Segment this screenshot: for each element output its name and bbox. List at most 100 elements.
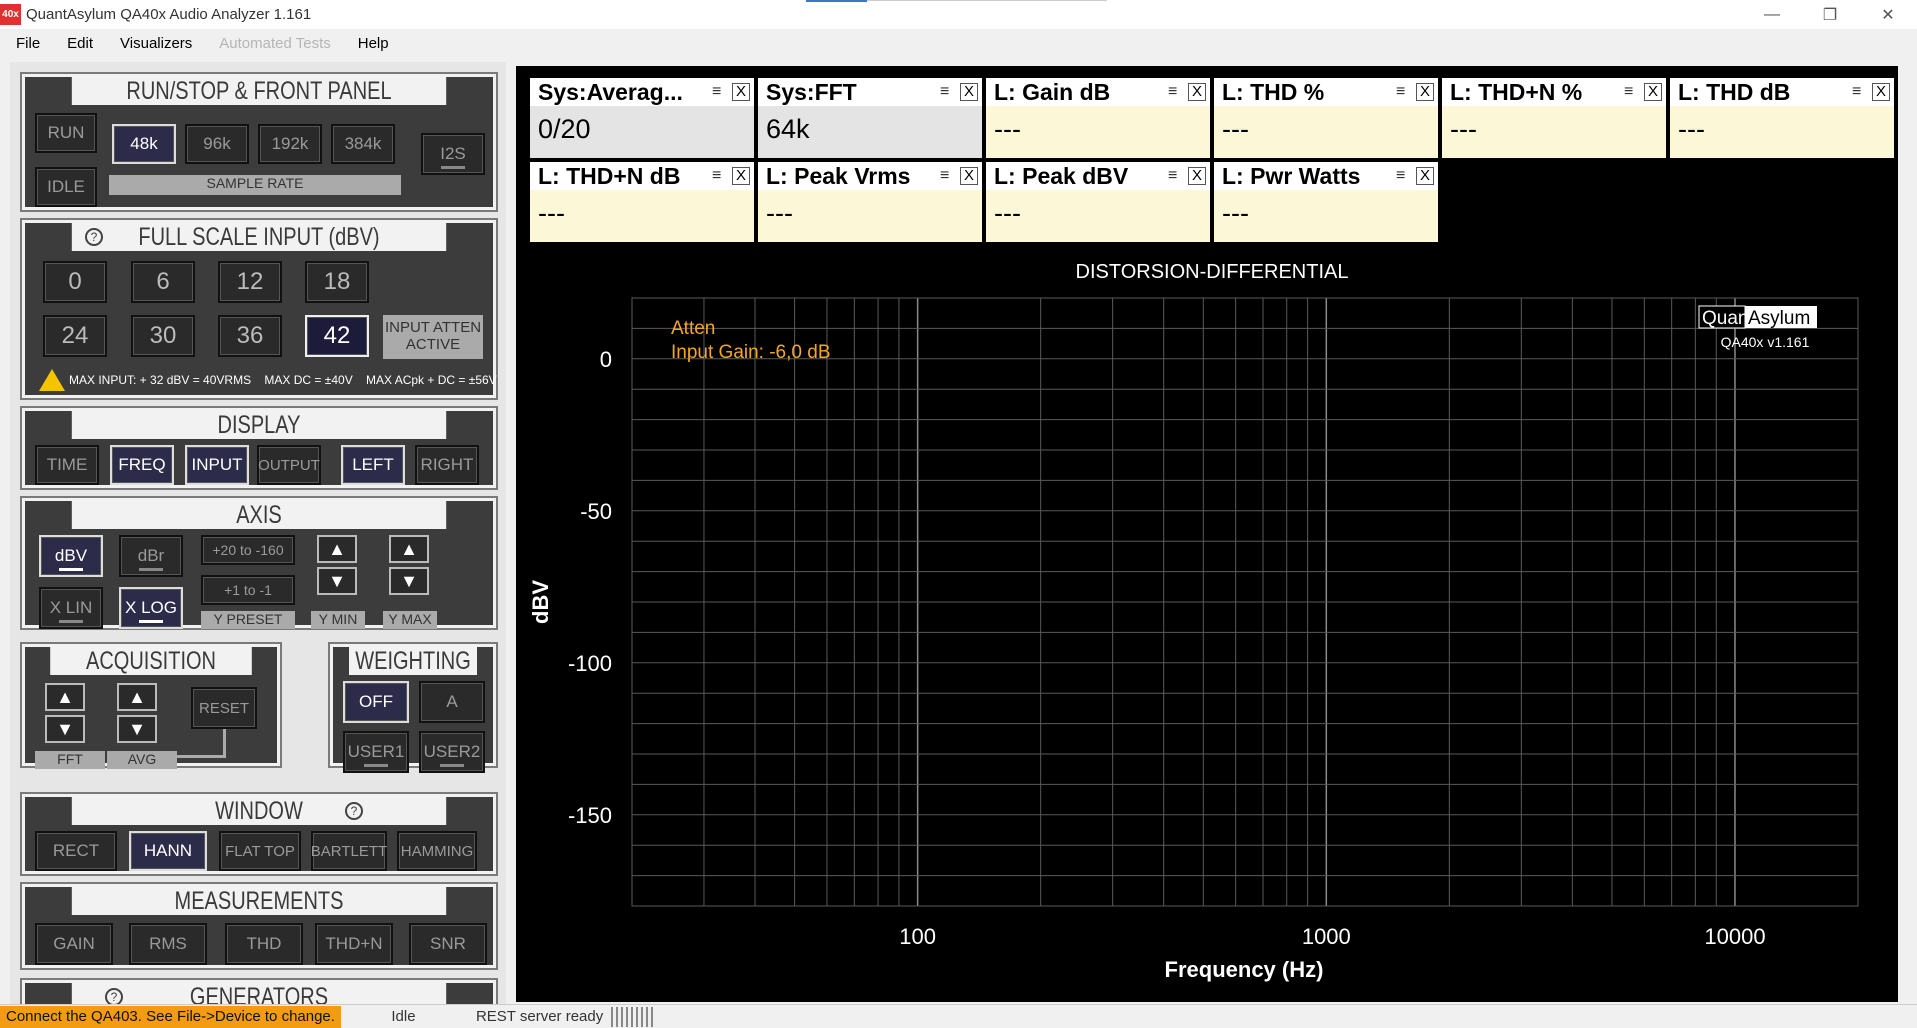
reset-button[interactable]: RESET (191, 687, 257, 729)
chart-annotation: Atten (671, 318, 715, 339)
i2s-button[interactable]: I2S (421, 133, 485, 175)
generators-help-icon[interactable]: ? (105, 988, 123, 1004)
avg-down-icon[interactable]: ▼ (117, 715, 157, 743)
rect-button[interactable]: RECT (35, 831, 117, 871)
menu-edit[interactable]: Edit (51, 35, 104, 52)
rate-48k-button[interactable]: 48k (112, 124, 176, 164)
rms-button[interactable]: RMS (129, 923, 207, 965)
y-max-down-icon[interactable]: ▼ (389, 567, 429, 595)
fft-label: FFT (35, 751, 105, 769)
menu-file[interactable]: File (0, 35, 51, 52)
window-section: WINDOW ? RECT HANN FLAT TOP BARTLETT HAM… (20, 792, 498, 876)
dbv-indicator (59, 568, 83, 571)
title-accent-line (867, 0, 1107, 1)
bartlett-button[interactable]: BARTLETT (311, 831, 387, 871)
axis-title: AXIS (71, 501, 447, 529)
fs-42-button[interactable]: 42 (305, 315, 369, 357)
thd-button[interactable]: THD (225, 923, 303, 965)
menu-help[interactable]: Help (342, 35, 400, 52)
menu-automated-tests: Automated Tests (219, 35, 331, 52)
freq-button[interactable]: FREQ (110, 445, 174, 485)
fs-0-button[interactable]: 0 (43, 261, 107, 303)
x-tick-label: 10000 (1704, 924, 1765, 949)
weighting-title: WEIGHTING (349, 647, 477, 675)
sample-rate-label: SAMPLE RATE (109, 175, 401, 195)
activity-meter (611, 1006, 656, 1027)
xlog-button[interactable]: X LOG (119, 587, 183, 629)
minimize-icon[interactable]: — (1743, 0, 1801, 29)
chart-annotation: Input Gain: -6,0 dB (671, 342, 831, 363)
fs-24-button[interactable]: 24 (43, 315, 107, 357)
fft-down-icon[interactable]: ▼ (45, 715, 85, 743)
snr-button[interactable]: SNR (409, 923, 487, 965)
y-min-down-icon[interactable]: ▼ (317, 567, 357, 595)
output-button[interactable]: OUTPUT (257, 445, 321, 485)
y-max-up-icon[interactable]: ▲ (389, 535, 429, 563)
xlin-label: X LIN (49, 598, 93, 617)
weighting-a-button[interactable]: A (419, 681, 485, 723)
fs-12-button[interactable]: 12 (218, 261, 282, 303)
hann-button[interactable]: HANN (129, 831, 207, 871)
right-button[interactable]: RIGHT (415, 445, 479, 485)
run-state: Idle (391, 1008, 416, 1025)
window-title: QuantAsylum QA40x Audio Analyzer 1.161 (26, 6, 312, 23)
dbr-label: dBr (137, 546, 165, 565)
idle-button[interactable]: IDLE (35, 167, 97, 207)
full-scale-help-icon[interactable]: ? (85, 228, 103, 246)
xlin-button[interactable]: X LIN (39, 587, 103, 629)
thdn-button[interactable]: THD+N (315, 923, 393, 965)
max-input-warning: MAX INPUT: + 32 dBV = 40VRMS MAX DC = ±4… (69, 373, 497, 387)
rest-server-status: REST server ready (475, 1008, 604, 1025)
window-edge (1898, 62, 1917, 1004)
fs-6-button[interactable]: 6 (131, 261, 195, 303)
x-tick-label: 100 (899, 924, 936, 949)
fft-up-icon[interactable]: ▲ (45, 683, 85, 711)
run-button[interactable]: RUN (35, 113, 97, 153)
full-scale-title: FULL SCALE INPUT (dBV) (71, 223, 447, 251)
i2s-indicator (441, 166, 465, 169)
xlog-indicator (139, 620, 163, 623)
status-bar: Connect the QA403. See File->Device to c… (0, 1004, 1917, 1028)
axis-section: AXIS dBV dBr X LIN X LOG +20 to -160 +1 … (20, 496, 498, 630)
menu-visualizers[interactable]: Visualizers (104, 35, 203, 52)
weighting-user2-button[interactable]: USER2 (419, 731, 485, 773)
fs-36-button[interactable]: 36 (218, 315, 282, 357)
hamming-button[interactable]: HAMMING (397, 831, 477, 871)
generators-section: GENERATORS ? (20, 978, 498, 1004)
left-button[interactable]: LEFT (341, 445, 405, 485)
y-min-up-icon[interactable]: ▲ (317, 535, 357, 563)
display-section: DISPLAY TIME FREQ INPUT OUTPUT LEFT RIGH… (20, 406, 498, 490)
fs-18-button[interactable]: 18 (305, 261, 369, 303)
generators-title: GENERATORS (71, 983, 447, 1004)
rate-192k-button[interactable]: 192k (258, 124, 322, 164)
dbr-indicator (139, 568, 163, 571)
measurements-section: MEASUREMENTS GAIN RMS THD THD+N SNR (20, 882, 498, 970)
frequency-chart[interactable]: 100 1000 10000 0 -50 -100 -150 DISTORSION-DIFFE… (516, 66, 1898, 1002)
dbr-button[interactable]: dBr (119, 535, 183, 577)
y-tick-label: 0 (600, 347, 612, 372)
gain-button[interactable]: GAIN (35, 923, 113, 965)
user2-label: USER2 (423, 742, 481, 761)
run-stop-section: RUN/STOP & FRONT PANEL RUN IDLE 48k 96k … (20, 72, 498, 212)
time-button[interactable]: TIME (35, 445, 99, 485)
flat-top-button[interactable]: FLAT TOP (219, 831, 301, 871)
restore-icon[interactable]: ❐ (1801, 0, 1859, 29)
input-button[interactable]: INPUT (185, 445, 249, 485)
weighting-user1-button[interactable]: USER1 (343, 731, 409, 773)
avg-up-icon[interactable]: ▲ (117, 683, 157, 711)
xlog-label: X LOG (125, 598, 177, 617)
weighting-off-button[interactable]: OFF (343, 681, 409, 723)
input-atten-label: INPUT ATTEN ACTIVE (383, 315, 483, 359)
rate-96k-button[interactable]: 96k (185, 124, 249, 164)
rate-384k-button[interactable]: 384k (331, 124, 395, 164)
user1-label: USER1 (347, 742, 405, 761)
close-icon[interactable]: ✕ (1859, 0, 1917, 29)
reset-connector-h (175, 755, 226, 758)
fs-30-button[interactable]: 30 (131, 315, 195, 357)
preset-1-1-button[interactable]: +1 to -1 (201, 575, 295, 605)
dbv-button[interactable]: dBV (39, 535, 103, 577)
preset-20-160-button[interactable]: +20 to -160 (201, 535, 295, 565)
chart-title: DISTORSION-DIFFERENTIAL (1076, 261, 1349, 283)
window-help-icon[interactable]: ? (345, 802, 363, 820)
y-axis-label: dBV (528, 580, 553, 624)
